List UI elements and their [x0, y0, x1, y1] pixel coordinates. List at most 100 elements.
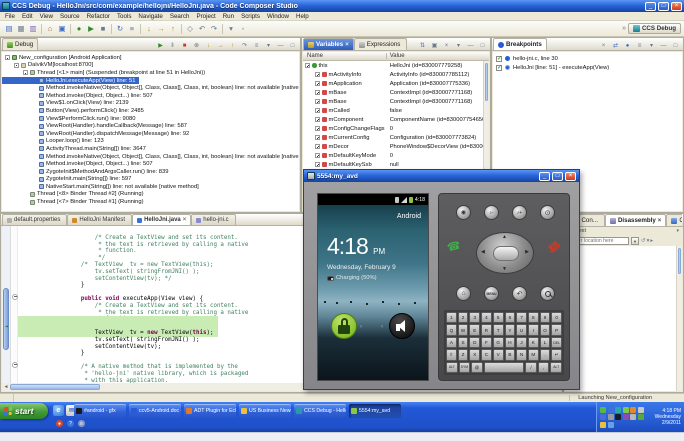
perspective-button[interactable]: CCS Debug	[627, 23, 681, 34]
variable-row[interactable]: mActivityInfo ActivityInfo (id=830007785…	[303, 70, 489, 79]
keyboard-key[interactable]	[483, 361, 525, 374]
keyboard-key[interactable]: Y	[504, 324, 516, 336]
variables-tab[interactable]: Expressions	[353, 38, 408, 50]
location-dropdown-icon[interactable]: ▾	[631, 236, 639, 245]
dpad-right-icon[interactable]: ▶	[525, 249, 529, 255]
editor-tab[interactable]: HelloJni.java ×	[132, 214, 192, 225]
menu-item[interactable]: Navigate	[138, 13, 162, 20]
toolbar-icon[interactable]	[222, 23, 223, 34]
keyboard-key[interactable]: 6	[504, 312, 516, 324]
debug-tool-icon[interactable]: ‖	[168, 41, 177, 50]
menu-item[interactable]: Scripts	[241, 13, 260, 20]
menu-item[interactable]: Project	[196, 13, 215, 20]
expand-toggle-icon[interactable]	[32, 101, 39, 106]
keyboard-key[interactable]: X	[469, 349, 481, 361]
keyboard-key[interactable]: ALT	[550, 361, 562, 374]
variable-expand-icon[interactable]	[315, 117, 320, 122]
column-name[interactable]: Name	[303, 53, 387, 59]
variables-tool-icon[interactable]: ▣	[430, 41, 439, 50]
toolbar-icon[interactable]: ↑	[167, 23, 179, 35]
dpad[interactable]: ▲ ▼ ◀ ▶	[476, 232, 534, 274]
keyboard-key[interactable]: 8	[527, 312, 539, 324]
disassembly-tool-icon[interactable]: ▾	[647, 238, 650, 244]
keyboard-key[interactable]: V	[492, 349, 504, 361]
tray-icon[interactable]	[615, 406, 621, 413]
panel-tab[interactable]: Disassembly ×	[604, 214, 667, 226]
keyboard-key[interactable]: 0	[551, 312, 563, 324]
toolbar-icon[interactable]: ↻	[114, 23, 126, 35]
expand-toggle-icon[interactable]	[32, 86, 39, 91]
maximize-button[interactable]: □	[658, 1, 669, 11]
debug-tree-item[interactable]: DalvikVM[localhost:8700]	[2, 62, 97, 70]
toolbar-icon[interactable]: ◦	[237, 23, 249, 35]
toolbar-icon[interactable]: ↶	[196, 23, 208, 35]
variables-tool-icon[interactable]: ▾	[454, 41, 463, 50]
taskbar-button[interactable]: ADT Plugin for Eclipse...	[184, 404, 236, 418]
debug-tree[interactable]: New_configuration [Android Application] …	[2, 52, 299, 211]
menu-item[interactable]: Search	[170, 13, 190, 20]
expand-toggle-icon[interactable]	[23, 200, 30, 205]
tray-icon[interactable]	[622, 414, 629, 420]
editor-tab[interactable]: default.properties	[2, 214, 68, 225]
breakpoints-tool-icon[interactable]: □	[671, 41, 680, 50]
fast-view-button[interactable]	[0, 394, 14, 402]
expand-toggle-icon[interactable]	[32, 93, 39, 98]
debug-tree-item[interactable]: ZygoteInit.main(String[]) line: 597	[2, 176, 135, 184]
debug-tool-icon[interactable]: —	[276, 41, 285, 50]
tray-icon[interactable]	[607, 414, 614, 420]
dpad-up-icon[interactable]: ▲	[502, 234, 507, 240]
keyboard-key[interactable]: G	[492, 336, 504, 349]
variable-row[interactable]: mApplication Application (id=83000777533…	[303, 79, 489, 88]
keyboard-key[interactable]: @	[471, 361, 483, 374]
variables-tool-icon[interactable]: —	[466, 41, 475, 50]
close-button[interactable]: ×	[671, 1, 682, 11]
debug-tool-icon[interactable]: ↓	[204, 41, 213, 50]
tray-icon[interactable]	[607, 406, 614, 413]
keyboard-key[interactable]: DEL	[551, 336, 563, 349]
breakpoint-checkbox[interactable]	[496, 55, 502, 62]
variable-expand-icon[interactable]	[315, 81, 320, 86]
taskbar-button[interactable]: CCS Debug - HelloJni...	[294, 404, 346, 418]
menu-item[interactable]: Help	[296, 13, 309, 20]
breakpoints-tool-icon[interactable]: ▾	[647, 41, 656, 50]
perspective-overflow-icon[interactable]: »	[622, 25, 626, 32]
variable-expand-icon[interactable]	[315, 126, 320, 131]
home-button[interactable]	[456, 286, 471, 301]
tab-debug[interactable]: Debug	[2, 38, 39, 50]
quick-launch-icon[interactable]: ?	[67, 420, 74, 427]
camera-button[interactable]	[456, 205, 471, 220]
toolbar-icon[interactable]: ≡	[126, 23, 138, 35]
variables-tool-icon[interactable]: ⇅	[418, 41, 427, 50]
line-marker-icon[interactable]	[2, 324, 11, 330]
close-tab-icon[interactable]: ×	[183, 217, 187, 223]
column-value[interactable]: Value	[387, 53, 489, 59]
keyboard-key[interactable]: 4	[481, 312, 492, 324]
debug-tool-icon[interactable]: □	[288, 41, 297, 50]
keyboard-key[interactable]: 7	[516, 312, 527, 324]
toolbar-icon[interactable]	[140, 23, 141, 34]
keyboard-key[interactable]: 3	[469, 312, 481, 324]
debug-tree-item[interactable]: Button(View).performClick() line: 2485	[2, 107, 148, 115]
breakpoints-tool-icon[interactable]: ⇄	[611, 41, 620, 50]
keyboard-key[interactable]: H	[504, 336, 516, 349]
variable-expand-icon[interactable]	[315, 72, 320, 77]
expand-toggle-icon[interactable]	[32, 154, 39, 159]
variable-row[interactable]: mBase ContextImpl (id=830007771168)	[303, 97, 489, 106]
close-tab-icon[interactable]: ×	[658, 218, 662, 224]
variable-row[interactable]: mCurrentConfig Configuration (id=8300077…	[303, 133, 489, 142]
debug-tool-icon[interactable]: ▶	[156, 41, 165, 50]
toolbar-icon[interactable]: ◇	[184, 23, 196, 35]
expand-toggle-icon[interactable]	[32, 162, 39, 167]
expand-toggle-icon[interactable]	[32, 116, 39, 121]
tray-icon[interactable]	[600, 421, 606, 428]
expand-toggle-icon[interactable]	[23, 192, 30, 197]
toolbar-icon[interactable]	[41, 23, 42, 34]
chevron-down-icon[interactable]: ▾	[676, 228, 679, 234]
variables-tool-icon[interactable]: □	[478, 41, 487, 50]
toolbar-icon[interactable]: ▣	[56, 23, 68, 35]
scrollbar-thumb[interactable]	[485, 63, 488, 101]
keyboard-key[interactable]: F	[481, 336, 492, 349]
tray-icon[interactable]	[607, 421, 614, 428]
phone-screen[interactable]: 4:18 Android 4:18 PM Wednesday, February…	[317, 193, 429, 381]
debug-tool-icon[interactable]: ■	[180, 41, 189, 50]
